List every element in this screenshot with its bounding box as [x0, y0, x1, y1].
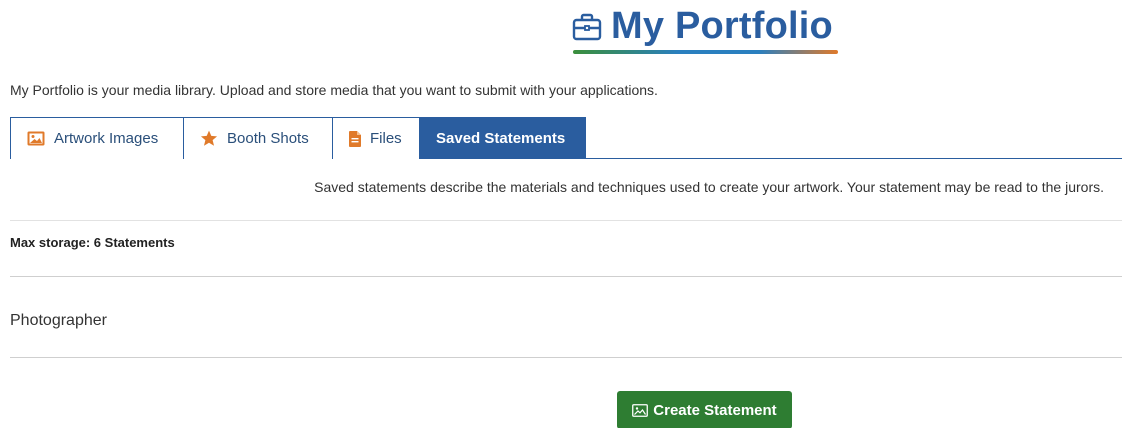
page-title-text: My Portfolio	[611, 5, 833, 47]
page-title: My Portfolio	[571, 4, 833, 48]
tab-artwork-images[interactable]: Artwork Images	[10, 117, 184, 159]
image-icon	[27, 131, 45, 146]
divider	[10, 220, 1122, 221]
tab-saved-statements[interactable]: Saved Statements	[419, 117, 586, 159]
tab-booth-shots[interactable]: Booth Shots	[183, 117, 333, 159]
create-statement-label: Create Statement	[653, 401, 777, 419]
divider	[10, 276, 1122, 277]
tab-booth-shots-label: Booth Shots	[227, 130, 309, 147]
intro-text: My Portfolio is your media library. Uplo…	[10, 82, 658, 98]
tab-saved-statements-label: Saved Statements	[436, 130, 566, 147]
tab-description: Saved statements describe the materials …	[314, 179, 1104, 195]
page-header: My Portfolio	[0, 0, 1122, 70]
create-statement-button[interactable]: Create Statement	[617, 391, 792, 428]
divider	[10, 357, 1122, 358]
statement-item[interactable]: Photographer	[10, 312, 107, 330]
tab-files[interactable]: Files	[332, 117, 420, 159]
portfolio-tabs: Artwork Images Booth Shots Files Saved S…	[10, 117, 1122, 159]
star-icon	[200, 130, 218, 146]
tab-files-label: Files	[370, 130, 402, 147]
file-icon	[349, 130, 361, 147]
tab-artwork-images-label: Artwork Images	[54, 130, 159, 147]
briefcase-icon	[572, 13, 602, 41]
max-storage-label: Max storage: 6 Statements	[10, 235, 175, 250]
image-icon	[632, 403, 649, 417]
title-underline	[573, 50, 838, 54]
